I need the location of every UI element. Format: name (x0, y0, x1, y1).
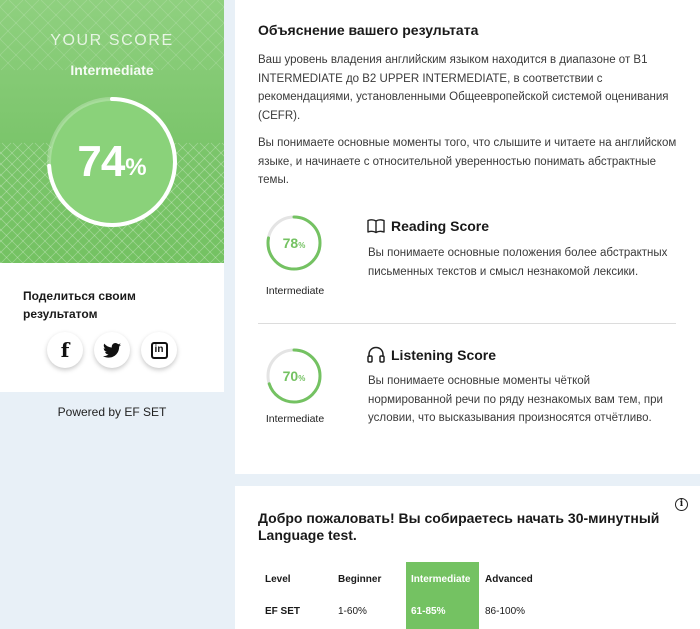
listening-score-title: Listening Score (391, 346, 497, 363)
facebook-share-button[interactable]: f (47, 332, 83, 368)
reading-score-heading: Reading Score (367, 218, 489, 234)
reading-level: Intermediate (265, 285, 325, 297)
table-cell-intermediate: 61-85% (411, 606, 446, 617)
reading-percent-symbol: % (298, 240, 306, 250)
explanation-card: Объяснение вашего результата Ваш уровень… (235, 0, 700, 474)
reading-description: Вы понимаете основные положения более аб… (368, 247, 668, 278)
share-card: Поделиться своим результатом f in (0, 263, 224, 392)
book-icon (367, 219, 385, 234)
explanation-paragraph-1: Ваш уровень владения английским языком н… (258, 54, 669, 122)
divider (258, 323, 676, 324)
left-column: YOUR SCORE Intermediate 74% Поделиться с… (0, 0, 224, 419)
listening-level: Intermediate (265, 413, 325, 425)
reading-percent-value: 78 (282, 235, 299, 251)
reading-score-ring: 78% (265, 214, 323, 272)
headphones-icon (367, 346, 385, 363)
table-header-level: Level (265, 574, 291, 585)
table-header-advanced: Advanced (485, 574, 533, 585)
twitter-icon (103, 342, 121, 358)
explanation-title: Объяснение вашего результата (258, 22, 479, 38)
welcome-card: i Добро пожаловать! Вы собираетесь начат… (235, 486, 700, 629)
table-header-beginner: Beginner (338, 574, 382, 585)
twitter-share-button[interactable] (94, 332, 130, 368)
explanation-paragraph-2: Вы понимаете основные моменты того, что … (258, 137, 677, 186)
table-row-label: EF SET (265, 606, 301, 617)
reading-score-title: Reading Score (391, 218, 490, 234)
score-card: YOUR SCORE Intermediate 74% (0, 0, 224, 263)
listening-description: Вы понимаете основные моменты чёткой нор… (368, 375, 663, 424)
listening-percent-symbol: % (298, 373, 306, 383)
welcome-title: Добро пожаловать! Вы собираетесь начать … (258, 510, 660, 543)
powered-by: Powered by EF SET (57, 405, 167, 419)
overall-percent: 74% (44, 94, 180, 230)
table-cell-beginner: 1-60% (338, 606, 367, 617)
listening-score-ring: 70% (265, 347, 323, 405)
reading-percent: 78% (265, 214, 323, 272)
overall-percent-symbol: % (125, 154, 147, 181)
share-title: Поделиться своим результатом (23, 289, 136, 321)
overall-score-ring: 74% (44, 94, 180, 230)
overall-level: Intermediate (70, 62, 154, 78)
level-table: Level Beginner Intermediate Advanced EF … (235, 548, 700, 629)
table-header-intermediate: Intermediate (411, 574, 471, 585)
linkedin-share-button[interactable]: in (141, 332, 177, 368)
linkedin-icon: in (150, 341, 168, 359)
your-score-heading: YOUR SCORE (50, 32, 174, 49)
listening-percent-value: 70 (282, 368, 299, 384)
table-cell-advanced: 86-100% (485, 606, 526, 617)
listening-percent: 70% (265, 347, 323, 405)
highlighted-level-column (406, 562, 479, 629)
overall-percent-value: 74 (77, 137, 125, 186)
listening-score-heading: Listening Score (367, 346, 496, 363)
facebook-icon: f (60, 338, 70, 362)
